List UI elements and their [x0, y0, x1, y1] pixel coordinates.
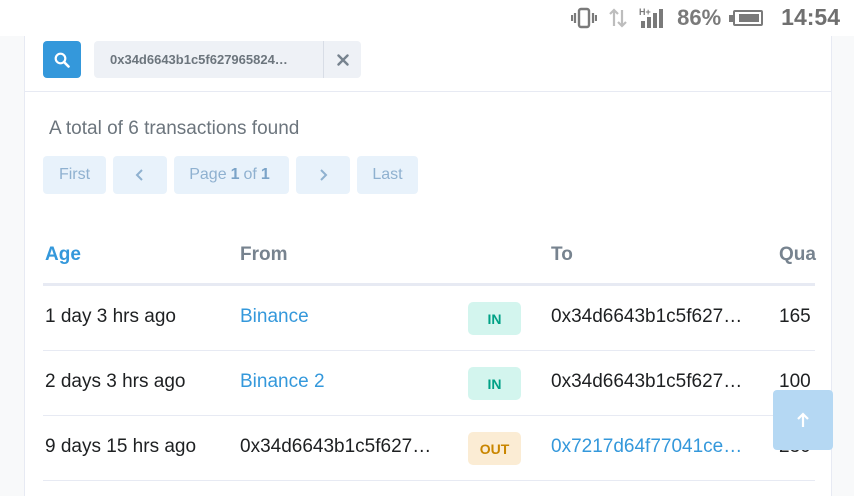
data-arrows-icon: [609, 7, 627, 28]
previous-page-button[interactable]: [113, 156, 167, 194]
row-to: 0x34d6643b1c5f627…: [551, 371, 743, 392]
transactions-count: A total of 6 transactions found: [49, 118, 300, 139]
transactions-table: Age From To Qua 1 day 3 hrs ago Binance …: [43, 220, 816, 481]
last-page-label: Last: [372, 166, 403, 183]
page-total: 1: [260, 166, 270, 183]
row-age: 9 days 15 hrs ago: [45, 436, 197, 457]
signal-icon: H+: [639, 7, 664, 28]
last-page-button[interactable]: Last: [357, 156, 418, 194]
direction-badge: IN: [468, 302, 521, 335]
search-icon: [54, 52, 70, 68]
status-bar: H+ 86% 14:54: [0, 0, 854, 36]
header-to: To: [551, 244, 573, 265]
search-button[interactable]: [43, 41, 81, 78]
chevron-left-icon: [135, 169, 143, 181]
table-row: 2 days 3 hrs ago Binance 2 IN 0x34d6643b…: [43, 351, 815, 416]
page-indicator: Page 1 of 1: [174, 156, 289, 194]
row-to-link[interactable]: 0x7217d64f77041ce…: [551, 436, 742, 458]
row-from-link[interactable]: Binance: [240, 306, 309, 328]
header-from: From: [240, 244, 288, 265]
header-age[interactable]: Age: [45, 244, 81, 266]
clock: 14:54: [781, 4, 840, 30]
row-quantity: 165: [779, 306, 811, 327]
row-age: 1 day 3 hrs ago: [45, 306, 176, 327]
chevron-right-icon: [320, 169, 328, 181]
close-icon: [336, 53, 349, 66]
svg-text:H+: H+: [639, 7, 651, 17]
page-of-label: of: [243, 166, 257, 183]
scroll-to-top-button[interactable]: [773, 390, 833, 450]
next-page-button[interactable]: [296, 156, 350, 194]
page-current: 1: [230, 166, 240, 183]
battery-icon: [729, 9, 764, 26]
table-row: 1 day 3 hrs ago Binance IN 0x34d6643b1c5…: [43, 286, 815, 351]
row-from: 0x34d6643b1c5f627…: [240, 436, 432, 457]
search-row: 0x34d6643b1c5f627965824…: [25, 36, 831, 92]
row-from-link[interactable]: Binance 2: [240, 371, 325, 393]
search-input[interactable]: 0x34d6643b1c5f627965824…: [94, 41, 323, 78]
direction-badge: OUT: [468, 432, 521, 465]
transactions-card: 0x34d6643b1c5f627965824… A total of 6 tr…: [24, 36, 832, 496]
table-header: Age From To Qua: [43, 220, 816, 286]
vibrate-icon: [571, 7, 598, 28]
battery-percent: 86%: [677, 4, 722, 30]
row-age: 2 days 3 hrs ago: [45, 371, 186, 392]
status-icons: H+ 86% 14:54: [571, 4, 840, 31]
clear-search-button[interactable]: [323, 41, 361, 78]
row-to: 0x34d6643b1c5f627…: [551, 306, 743, 327]
first-page-label: First: [58, 166, 91, 183]
direction-badge: IN: [468, 367, 521, 400]
header-quantity: Qua: [779, 244, 816, 265]
page-label: Page: [189, 166, 227, 183]
arrow-up-icon: [797, 412, 809, 427]
first-page-button[interactable]: First: [43, 156, 106, 194]
table-row: 9 days 15 hrs ago 0x34d6643b1c5f627… OUT…: [43, 416, 815, 481]
